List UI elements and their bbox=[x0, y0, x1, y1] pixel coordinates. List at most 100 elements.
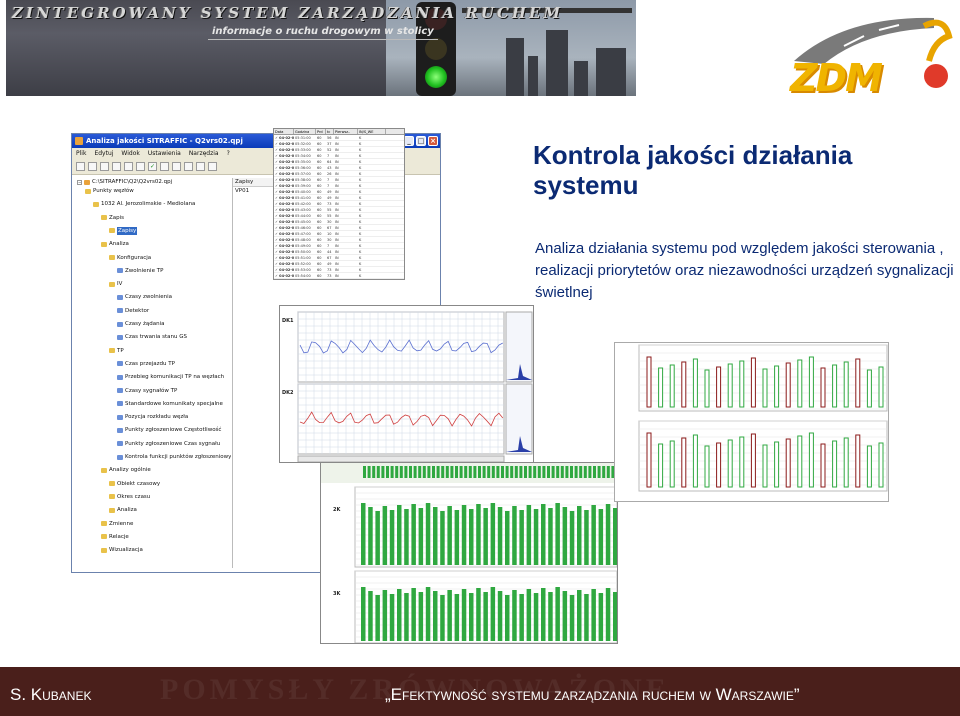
paste-icon[interactable] bbox=[136, 162, 145, 171]
close-icon[interactable]: × bbox=[428, 136, 438, 146]
tree-item[interactable]: Okres czasu bbox=[109, 493, 150, 501]
tree-item-label: Zwolnienie TP bbox=[125, 267, 164, 274]
signal-bar bbox=[584, 594, 589, 641]
tree-item[interactable]: TP bbox=[109, 347, 124, 355]
signal-bar bbox=[413, 466, 417, 478]
tree-item[interactable]: Czasy zwolnienia bbox=[117, 293, 172, 301]
column-header[interactable]: Data bbox=[274, 129, 294, 134]
tree-item-label: 1032 Al. Jerozolimskie - Mediolana bbox=[101, 201, 196, 208]
signal-bar bbox=[487, 466, 491, 478]
slide-title: Kontrola jakości działania systemu bbox=[533, 140, 853, 200]
tree-item[interactable]: Obiekt czasowy bbox=[109, 480, 160, 488]
bars-icon[interactable] bbox=[208, 162, 217, 171]
table-cell: 60 bbox=[317, 274, 322, 278]
signal-bar bbox=[583, 466, 587, 478]
table-cell: 05:32:00 bbox=[295, 142, 311, 146]
menu-item[interactable]: Ustawienia bbox=[148, 148, 181, 159]
analysis-icon bbox=[117, 294, 123, 300]
column-header[interactable]: tc bbox=[326, 129, 334, 134]
yellow-lamp-icon bbox=[425, 38, 447, 60]
tree-item[interactable]: Przebieg komunikacji TP na węzłach bbox=[117, 373, 224, 381]
table-cell: 56 bbox=[327, 136, 332, 140]
table-cell: K bbox=[359, 214, 362, 218]
table-cell: ✓ 04-02-09 bbox=[275, 262, 294, 266]
tree-item[interactable]: Konfiguracja bbox=[109, 254, 151, 262]
priority-bar bbox=[878, 442, 884, 488]
signal-bar bbox=[469, 593, 474, 641]
tree-item[interactable]: Zapisy bbox=[109, 226, 138, 235]
tree-item[interactable]: Zmienne bbox=[101, 520, 133, 528]
table-cell: IN bbox=[335, 184, 339, 188]
tree-item-label: Przebieg komunikacji TP na węzłach bbox=[125, 374, 225, 381]
menu-item[interactable]: ? bbox=[227, 148, 230, 159]
tree-item[interactable]: Czas trwania stanu GS bbox=[117, 333, 187, 341]
analysis-icon bbox=[117, 454, 123, 460]
cut-icon[interactable] bbox=[112, 162, 121, 171]
table-cell: ✓ 04-02-09 bbox=[275, 208, 294, 212]
table-cell: IN bbox=[335, 262, 339, 266]
priority-bar bbox=[820, 367, 826, 408]
signal-bar bbox=[577, 590, 582, 641]
tree-item[interactable]: Czasy sygnałów TP bbox=[117, 387, 177, 395]
priority-bar bbox=[797, 435, 803, 488]
menu-item[interactable]: Edytuj bbox=[94, 148, 113, 159]
menu-item[interactable]: Plik bbox=[76, 148, 86, 159]
tree-item[interactable]: Wizualizacja bbox=[101, 546, 143, 554]
tree-item[interactable]: Punkty zgłoszeniowe Czas sygnału bbox=[117, 440, 220, 448]
table-cell: ✓ 04-02-09 bbox=[275, 178, 294, 182]
tree-item[interactable]: Zwolnienie TP bbox=[117, 267, 163, 275]
save-icon[interactable] bbox=[100, 162, 109, 171]
signal-bar bbox=[560, 466, 564, 478]
signal-bar bbox=[395, 466, 399, 478]
column-header[interactable]: IN/S_WE bbox=[358, 129, 386, 134]
menu-item[interactable]: Widok bbox=[121, 148, 139, 159]
tree-item-label: Czas trwania stanu GS bbox=[125, 334, 187, 341]
column-header[interactable]: Prd bbox=[316, 129, 326, 134]
signal-bar bbox=[397, 589, 402, 641]
table-cell: 55 bbox=[327, 208, 332, 212]
tree-item-label: Czasy zwolnienia bbox=[125, 294, 173, 301]
tree-item[interactable]: Zapis bbox=[101, 214, 124, 222]
tree-item[interactable]: Punkty węzłów bbox=[85, 187, 134, 195]
copy-icon[interactable] bbox=[124, 162, 133, 171]
open-folder-icon[interactable] bbox=[88, 162, 97, 171]
check-icon[interactable]: ✓ bbox=[148, 162, 157, 171]
settings-icon[interactable] bbox=[160, 162, 169, 171]
chart-icon[interactable] bbox=[196, 162, 205, 171]
tree-item[interactable]: Analiza bbox=[109, 506, 137, 514]
priority-bar bbox=[716, 442, 722, 488]
tree-item[interactable]: Analiza bbox=[101, 240, 129, 248]
table-cell: ✓ 04-02-09 bbox=[275, 268, 294, 272]
signal-bar bbox=[519, 594, 524, 641]
tree-item[interactable]: Pozycja rozkładu węzła bbox=[117, 413, 188, 421]
tree-item[interactable]: Relacje bbox=[101, 533, 129, 541]
column-header[interactable]: Godzina bbox=[294, 129, 316, 134]
minimize-icon[interactable]: _ bbox=[404, 136, 414, 146]
table-icon[interactable] bbox=[184, 162, 193, 171]
tree-item[interactable]: Kontrola funkcji punktów zgłoszeniowy bbox=[117, 453, 231, 461]
signal-bar bbox=[411, 504, 416, 565]
table-cell: K bbox=[359, 196, 362, 200]
tree-item[interactable]: Czasy żądania bbox=[117, 320, 164, 328]
signal-bar bbox=[533, 593, 539, 641]
priority-bar bbox=[681, 361, 687, 408]
new-file-icon[interactable] bbox=[76, 162, 85, 171]
tree-item[interactable]: Punkty zgłoszeniowe Częstotliwość bbox=[117, 426, 221, 434]
table-cell: ✓ 04-02-09 bbox=[275, 184, 294, 188]
tree-item-label: Czasy sygnałów TP bbox=[125, 387, 178, 394]
tree-root[interactable]: − C:\SITRAFFIC\Q2\Q2vrs02.qpj bbox=[77, 178, 172, 186]
tree-item[interactable]: Czas przejazdu TP bbox=[117, 360, 175, 368]
tree-item[interactable]: IV bbox=[109, 280, 122, 288]
tree-item[interactable]: Standardowe komunikaty specjalne bbox=[117, 400, 223, 408]
maximize-icon[interactable]: □ bbox=[416, 136, 426, 146]
table-cell: K bbox=[359, 226, 362, 230]
tree-item[interactable]: Detektor bbox=[117, 307, 149, 315]
menu-item[interactable]: Narzędzia bbox=[189, 148, 219, 159]
collapse-icon[interactable]: − bbox=[77, 179, 82, 185]
column-header[interactable]: Pierwsz.. bbox=[334, 129, 358, 134]
table-row[interactable]: ✓ 04-02-0905:54:00 60 73IN K bbox=[274, 273, 404, 279]
print-icon[interactable] bbox=[172, 162, 181, 171]
tree-item[interactable]: Analizy ogólnie bbox=[101, 466, 151, 474]
signal-bar bbox=[404, 466, 408, 478]
tree-item[interactable]: 1032 Al. Jerozolimskie - Mediolana bbox=[93, 200, 195, 208]
